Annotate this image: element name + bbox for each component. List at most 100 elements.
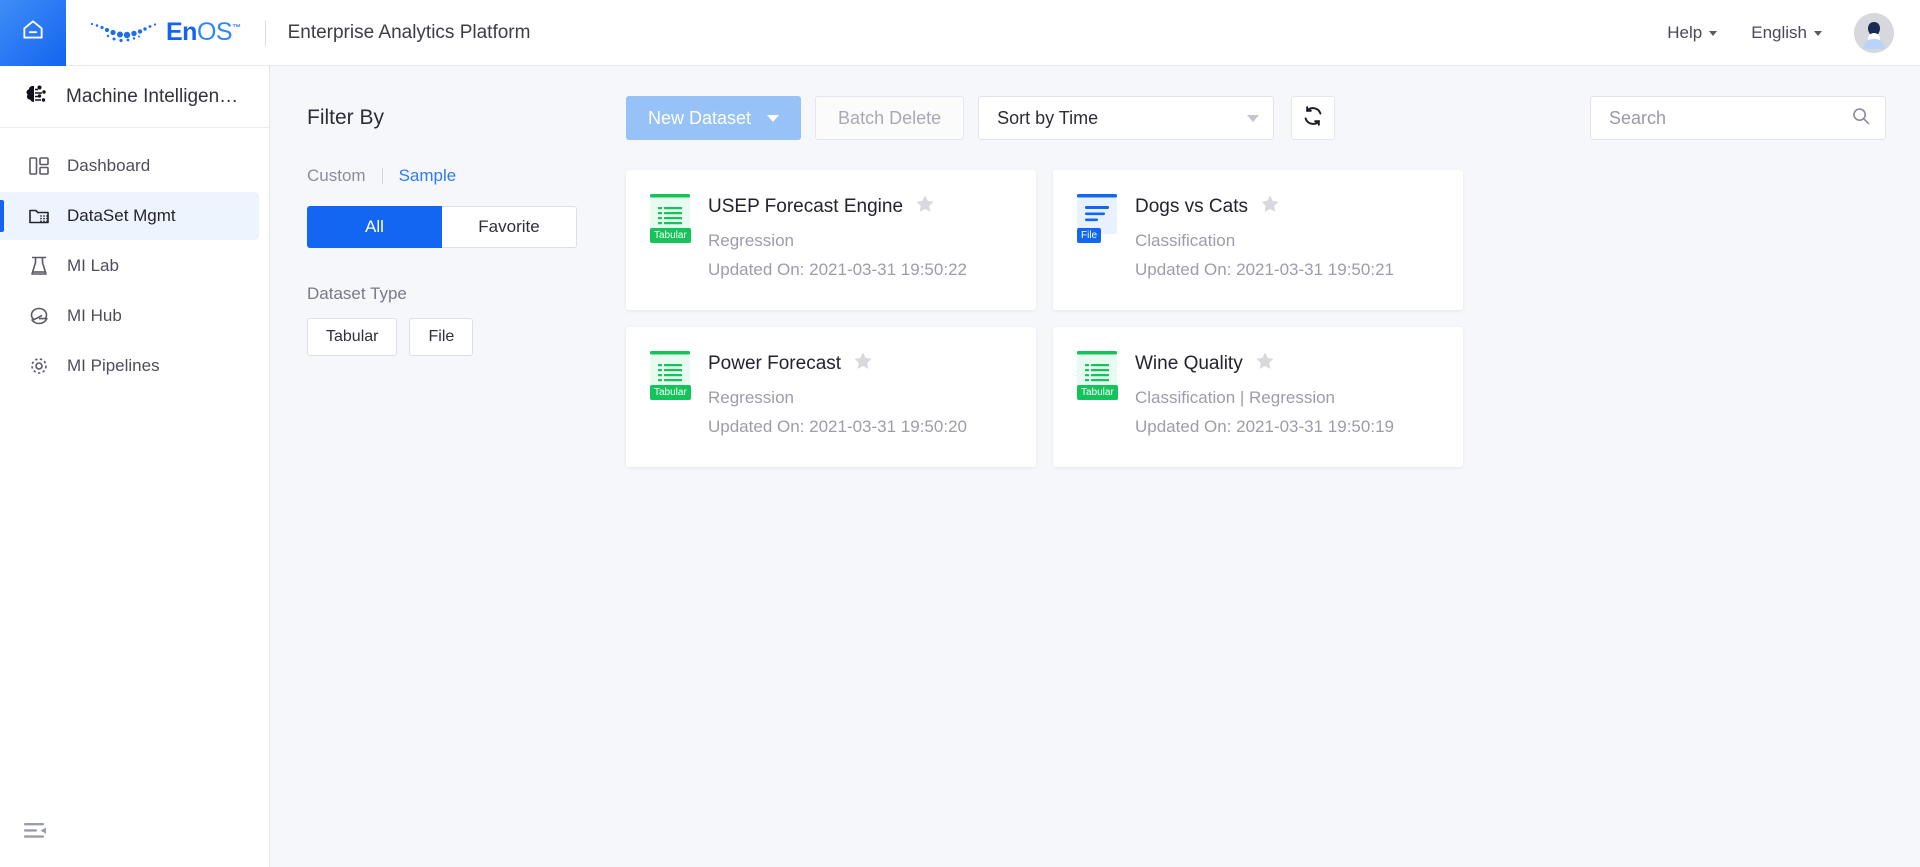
collapse-sidebar-icon (24, 823, 48, 844)
page-title: Enterprise Analytics Platform (287, 21, 531, 43)
sort-select-value: Sort by Time (997, 107, 1099, 128)
brain-chip-icon (22, 82, 48, 111)
chevron-down-icon (1709, 31, 1718, 36)
logo-en: En (166, 18, 197, 46)
logo-trademark: ™ (232, 22, 241, 33)
refresh-icon (1301, 104, 1325, 133)
dataset-type-chip-tabular[interactable]: Tabular (307, 318, 398, 356)
scope-button-all[interactable]: All (307, 206, 442, 248)
favorite-star-icon[interactable] (1260, 194, 1280, 219)
sidebar-item-label: DataSet Mgmt (67, 206, 176, 225)
dataset-toolbar: New Dataset Batch Delete Sort by Time (626, 96, 1886, 140)
dataset-category: Regression (708, 388, 794, 407)
home-icon (20, 17, 46, 48)
dataset-type-tag: Tabular (1077, 385, 1118, 400)
favorite-star-icon[interactable] (915, 194, 935, 219)
source-link-custom[interactable]: Custom (307, 166, 366, 186)
chevron-down-icon (1814, 31, 1822, 36)
sidebar-item-label: Dashboard (67, 156, 151, 175)
dataset-type-chips: Tabular File (307, 318, 626, 356)
flask-icon (28, 255, 50, 277)
scope-button-favorite[interactable]: Favorite (442, 206, 577, 248)
favorite-star-icon[interactable] (853, 351, 873, 376)
dataset-card-header: Power Forecast (708, 351, 1016, 376)
source-link-divider (381, 168, 383, 184)
dataset-updated: Updated On: 2021-03-31 19:50:22 (708, 260, 967, 279)
dataset-card-header: Dogs vs Cats (1135, 194, 1443, 219)
dataset-type-chip-file[interactable]: File (409, 318, 474, 356)
dataset-card-header: Wine Quality (1135, 351, 1443, 376)
dataset-updated: Updated On: 2021-03-31 19:50:20 (708, 417, 967, 436)
scope-button-group: All Favorite (307, 206, 626, 248)
dataset-type-badge: Tabular (1077, 351, 1118, 467)
language-menu[interactable]: English (1751, 23, 1822, 43)
search-input[interactable] (1609, 107, 1851, 129)
dataset-category: Regression (708, 231, 794, 250)
dataset-card[interactable]: Tabular Power Forecast Regression Update… (626, 327, 1036, 467)
app-header: EnOS™ Enterprise Analytics Platform Help… (0, 0, 1920, 66)
sidebar-module-header[interactable]: Machine Intelligen… (0, 66, 269, 128)
sidebar-item-label: MI Pipelines (67, 356, 160, 375)
enos-wordmark: EnOS™ (166, 18, 241, 47)
dataset-card-body: USEP Forecast Engine Regression Updated … (708, 194, 1016, 310)
dataset-type-badge: Tabular (650, 194, 691, 310)
dataset-category: Classification | Regression (1135, 388, 1335, 407)
batch-delete-button[interactable]: Batch Delete (815, 96, 965, 140)
dataset-card[interactable]: File Dogs vs Cats Classification Updated… (1053, 170, 1463, 310)
dataset-title: Power Forecast (708, 352, 842, 374)
refresh-button[interactable] (1291, 96, 1336, 140)
chevron-down-icon (767, 114, 780, 122)
logo-os: OS (196, 18, 233, 46)
new-dataset-label: New Dataset (648, 107, 752, 128)
enos-swoosh-icon (88, 20, 160, 46)
source-link-sample[interactable]: Sample (399, 166, 457, 186)
filter-title: Filter By (307, 106, 385, 129)
dashboard-icon (28, 155, 50, 177)
dataset-folder-icon (28, 205, 50, 227)
dataset-card-body: Wine Quality Classification | Regression… (1135, 351, 1443, 467)
language-label: English (1751, 22, 1807, 42)
dataset-card[interactable]: Tabular USEP Forecast Engine Regression … (626, 170, 1036, 310)
sidebar-item-mi-pipelines[interactable]: MI Pipelines (0, 342, 259, 390)
dataset-source-links: Custom Sample (307, 166, 626, 186)
new-dataset-button[interactable]: New Dataset (626, 96, 802, 140)
favorite-star-icon[interactable] (1255, 351, 1275, 376)
help-label: Help (1667, 22, 1703, 42)
dataset-type-tag: Tabular (650, 228, 691, 243)
home-button[interactable] (0, 0, 66, 66)
brand-logo[interactable]: EnOS™ (88, 18, 241, 47)
sidebar-item-label: MI Hub (67, 306, 122, 325)
header-actions: Help English (1633, 12, 1920, 53)
sort-select[interactable]: Sort by Time (978, 96, 1275, 140)
search-icon[interactable] (1851, 106, 1871, 131)
dataset-type-badge: Tabular (650, 351, 691, 467)
dataset-type-tag: Tabular (650, 385, 691, 400)
sidebar-module-label: Machine Intelligen… (66, 85, 239, 107)
dataset-category: Classification (1135, 231, 1236, 250)
dataset-updated: Updated On: 2021-03-31 19:50:19 (1135, 417, 1394, 436)
sidebar-item-label: MI Lab (67, 256, 119, 275)
dataset-card-body: Dogs vs Cats Classification Updated On: … (1135, 194, 1443, 310)
dataset-type-tag: File (1077, 228, 1102, 243)
dataset-card-body: Power Forecast Regression Updated On: 20… (708, 351, 1016, 467)
dataset-card-grid: Tabular USEP Forecast Engine Regression … (626, 170, 1886, 467)
dataset-type-label: Dataset Type (307, 284, 407, 303)
sidebar-item-mi-lab[interactable]: MI Lab (0, 242, 259, 290)
dataset-type-badge: File (1077, 194, 1117, 310)
dataset-title: USEP Forecast Engine (708, 195, 904, 217)
sidebar-item-dataset-mgmt[interactable]: DataSet Mgmt (0, 192, 259, 240)
dataset-card[interactable]: Tabular Wine Quality Classification | Re… (1053, 327, 1463, 467)
header-divider (264, 19, 266, 46)
sidebar-item-mi-hub[interactable]: MI Hub (0, 292, 259, 340)
avatar[interactable] (1854, 12, 1894, 53)
batch-delete-label: Batch Delete (838, 107, 942, 128)
dataset-title: Dogs vs Cats (1135, 195, 1248, 217)
collapse-sidebar-button[interactable] (24, 822, 48, 845)
search-box[interactable] (1590, 96, 1886, 140)
sidebar-item-dashboard[interactable]: Dashboard (0, 142, 259, 190)
help-menu[interactable]: Help (1667, 22, 1718, 43)
chevron-down-icon (1247, 114, 1260, 122)
filter-panel: Filter By Custom Sample All Favorite Dat… (271, 66, 626, 867)
sidebar: Machine Intelligen… Dashboard DataSet Mg… (0, 66, 270, 867)
sidebar-nav: Dashboard DataSet Mgmt MI Lab MI Hub MI … (0, 128, 269, 390)
